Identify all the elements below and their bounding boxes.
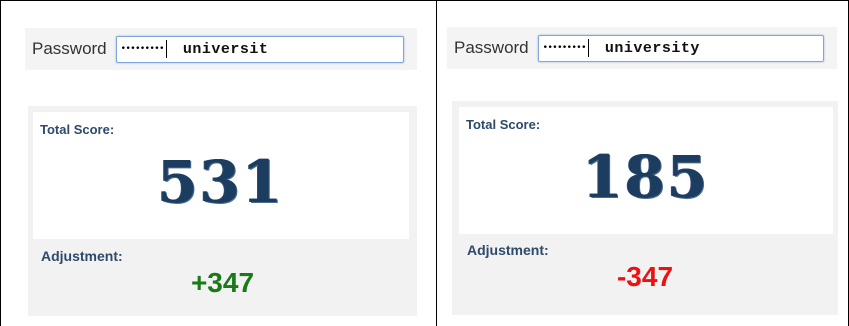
- score-box: Total Score: 185 Adjustment: -347: [452, 101, 838, 315]
- score-card: Total Score: 531: [33, 112, 409, 239]
- total-score-label: Total Score:: [466, 117, 541, 132]
- password-input[interactable]: ••••••••• universit: [115, 35, 404, 63]
- total-score-value: 531: [157, 148, 285, 216]
- password-input[interactable]: ••••••••• university: [537, 34, 824, 62]
- password-row: Password ••••••••• universit: [25, 28, 417, 70]
- score-card: Total Score: 185: [459, 107, 833, 234]
- adjustment-label: Adjustment:: [41, 248, 123, 264]
- adjustment-value: -347: [616, 261, 674, 292]
- total-score-value: 185: [582, 143, 710, 211]
- adjustment-value: +347: [190, 267, 255, 298]
- password-masked-value: •••••••••: [542, 43, 587, 53]
- score-box: Total Score: 531 Adjustment: +347: [28, 106, 417, 316]
- password-label: Password: [454, 38, 529, 57]
- comparison-panel-left: Password ••••••••• universit Total Score…: [1, 0, 436, 326]
- adjustment-label: Adjustment:: [467, 242, 549, 258]
- password-suggestion: universit: [182, 40, 269, 58]
- comparison-panel-right: Password ••••••••• university Total Scor…: [437, 0, 848, 326]
- total-score-label: Total Score:: [40, 122, 115, 137]
- password-masked-value: •••••••••: [120, 44, 165, 54]
- password-row: Password ••••••••• university: [447, 27, 837, 69]
- password-suggestion: university: [604, 39, 700, 57]
- text-caret: [165, 40, 167, 58]
- password-label: Password: [32, 39, 107, 58]
- text-caret: [587, 39, 589, 57]
